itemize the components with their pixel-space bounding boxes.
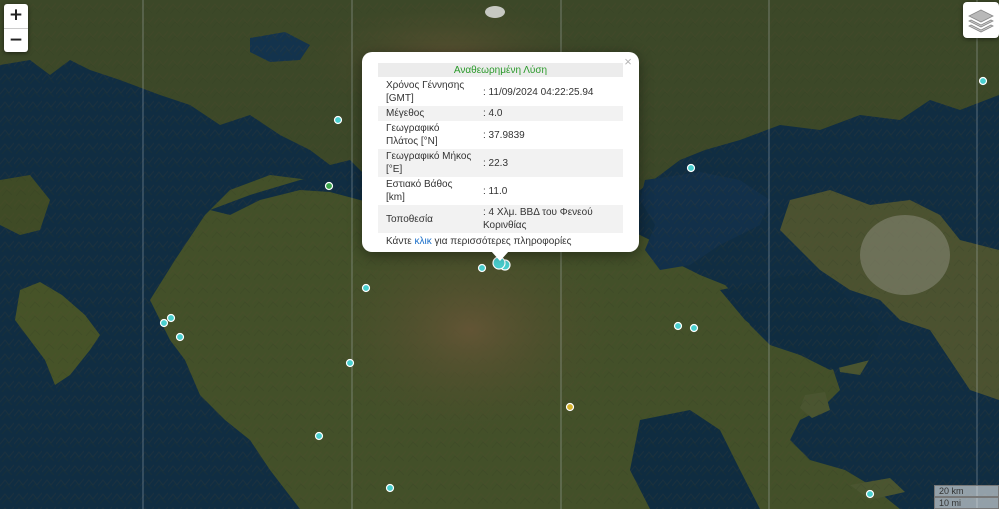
quake-marker[interactable]: [689, 323, 699, 333]
mountain-area: [320, 220, 620, 440]
detail-row: Γεωγραφικό Πλάτος [°N] : 37.9839: [378, 121, 623, 149]
detail-label: Γεωγραφικό Πλάτος [°N]: [386, 123, 440, 147]
earthquake-info-popup: × Αναθεωρημένη Λύση Χρόνος Γέννησης [GMT…: [362, 52, 639, 261]
detail-label: Τοποθεσία: [378, 205, 482, 233]
popup-title: Αναθεωρημένη Λύση: [378, 63, 623, 77]
zoom-out-button[interactable]: −: [4, 28, 28, 52]
snow-peak: [485, 6, 505, 18]
detail-row: Χρόνος Γέννησης [GMT] : 11/09/2024 04:22…: [378, 78, 623, 106]
more-info-prefix: Κάντε: [386, 236, 415, 247]
more-info-link[interactable]: κλικ: [415, 236, 432, 247]
detail-value: : 37.9839: [483, 129, 525, 141]
more-info-suffix: για περισσότερες πληροφορίες: [431, 236, 572, 247]
detail-value: : 11/09/2024 04:22:25.94: [483, 86, 594, 98]
earthquake-details-table: Χρόνος Γέννησης [GMT] : 11/09/2024 04:22…: [378, 78, 623, 233]
detail-row: Τοποθεσία : 4 Χλμ. ΒΒΔ του Φενεού Κορινθ…: [378, 205, 623, 233]
zoom-control: + −: [4, 4, 28, 52]
quake-marker-green[interactable]: [324, 181, 334, 191]
quake-marker[interactable]: [159, 318, 169, 328]
quake-marker-yellow[interactable]: [565, 402, 575, 412]
quake-marker[interactable]: [477, 263, 487, 273]
quake-marker[interactable]: [686, 163, 696, 173]
detail-value: : 4.0: [482, 106, 623, 121]
detail-value: : 22.3: [482, 149, 623, 177]
detail-row: Μέγεθος : 4.0: [378, 106, 623, 121]
scale-km: 20 km: [934, 485, 999, 497]
layers-icon: [968, 9, 994, 33]
detail-value: : 11.0: [483, 185, 508, 197]
zoom-in-button[interactable]: +: [4, 4, 28, 28]
detail-label: Μέγεθος: [378, 106, 482, 121]
layers-button[interactable]: [963, 2, 999, 38]
detail-label: Εστιακό Βάθος [km]: [386, 179, 453, 203]
scale-mi: 10 mi: [934, 497, 999, 509]
detail-row: Εστιακό Βάθος [km] : 11.0: [378, 177, 623, 205]
quake-marker[interactable]: [345, 358, 355, 368]
quake-marker[interactable]: [333, 115, 343, 125]
detail-label: Χρόνος Γέννησης [GMT]: [386, 80, 465, 104]
quake-marker[interactable]: [978, 76, 988, 86]
quake-marker[interactable]: [385, 483, 395, 493]
quake-marker[interactable]: [175, 332, 185, 342]
athens-urban-area: [860, 215, 950, 295]
quake-marker[interactable]: [865, 489, 875, 499]
more-info-text: Κάντε κλικ για περισσότερες πληροφορίες: [378, 233, 623, 247]
map-scale: 20 km 10 mi: [934, 485, 999, 509]
quake-marker[interactable]: [166, 313, 176, 323]
popup-close-button[interactable]: ×: [621, 55, 635, 69]
quake-marker[interactable]: [673, 321, 683, 331]
detail-value: : 4 Χλμ. ΒΒΔ του Φενεού Κορινθίας: [482, 205, 623, 233]
quake-marker[interactable]: [314, 431, 324, 441]
popup-tip: [491, 251, 509, 261]
quake-marker[interactable]: [361, 283, 371, 293]
detail-row: Γεωγραφικό Μήκος [°E] : 22.3: [378, 149, 623, 177]
detail-label: Γεωγραφικό Μήκος [°E]: [378, 149, 482, 177]
